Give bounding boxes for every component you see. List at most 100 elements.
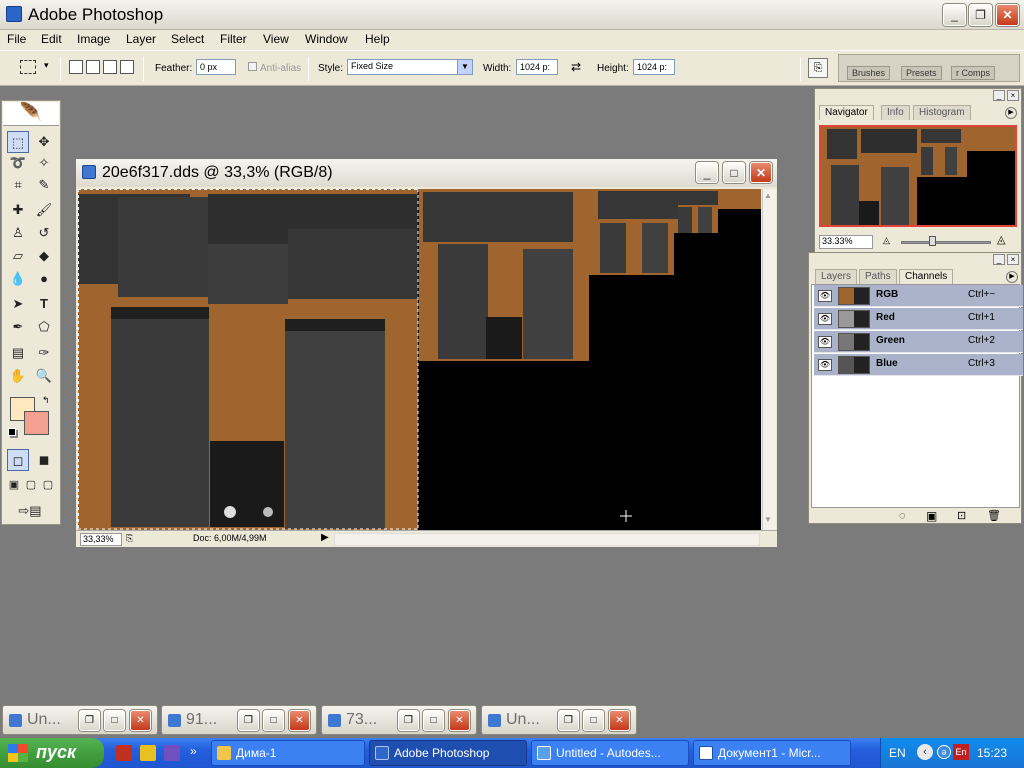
blur-tool-icon[interactable]: 💧 xyxy=(7,268,29,290)
language-indicator[interactable]: EN xyxy=(889,746,906,760)
magic-wand-icon[interactable]: ✧ xyxy=(33,152,55,174)
zoom-tool-icon[interactable]: 🔍 xyxy=(33,365,55,387)
swap-colors-icon[interactable]: ↰ xyxy=(42,395,50,406)
menu-view[interactable]: View xyxy=(263,32,289,46)
healing-brush-icon[interactable]: ✚ xyxy=(7,199,29,221)
swap-dimensions-icon[interactable]: ⇄ xyxy=(571,60,581,74)
navigator-zoom-field[interactable]: 33.33% xyxy=(819,235,873,249)
maximize-icon[interactable]: □ xyxy=(583,710,604,731)
doc-minimize-icon[interactable]: _ xyxy=(696,162,718,183)
doc-maximize-icon[interactable]: □ xyxy=(723,162,745,183)
quicklaunch-expand-icon[interactable]: » xyxy=(190,744,197,758)
clone-stamp-icon[interactable]: ♙ xyxy=(7,222,29,244)
maximize-icon[interactable]: □ xyxy=(263,710,284,731)
tab-paths[interactable]: Paths xyxy=(859,269,897,284)
paint-bucket-icon[interactable]: ◆ xyxy=(33,245,55,267)
channel-row-rgb[interactable]: 👁 RGB Ctrl+~ xyxy=(814,285,1023,307)
quicklaunch-app-icon[interactable] xyxy=(140,745,156,761)
maximize-icon[interactable]: □ xyxy=(423,710,444,731)
dodge-tool-icon[interactable]: ● xyxy=(33,268,55,290)
eyedropper-icon[interactable]: ✑ xyxy=(33,342,55,364)
standard-mode-icon[interactable]: ◻ xyxy=(7,449,29,471)
minimized-window[interactable]: Un... ❐ □ ✕ xyxy=(2,705,158,735)
feather-logo-icon[interactable]: 🪶 xyxy=(3,102,59,126)
panel-menu-icon[interactable]: ▶ xyxy=(1005,107,1017,119)
back-arrow-icon[interactable]: ‹ xyxy=(917,744,933,760)
taskbar-button-autodesk[interactable]: Untitled - Autodes... xyxy=(531,740,689,766)
quick-mask-icon[interactable]: ◼ xyxy=(33,449,55,471)
panel-minimize-icon[interactable]: _ xyxy=(993,90,1005,101)
status-arrow-icon[interactable]: ▶ xyxy=(321,532,329,543)
menu-help[interactable]: Help xyxy=(365,32,390,46)
save-selection-icon[interactable]: ▣ xyxy=(926,509,937,523)
tab-layers[interactable]: Layers xyxy=(815,269,858,284)
status-menu-icon[interactable]: ⎘ xyxy=(126,533,133,544)
pen-tool-icon[interactable]: ✒ xyxy=(7,316,29,338)
tray-app-icon[interactable]: ə xyxy=(937,745,951,759)
menu-layer[interactable]: Layer xyxy=(126,32,156,46)
marquee-preset-icon[interactable] xyxy=(20,60,36,74)
tab-channels[interactable]: Channels xyxy=(899,269,954,284)
eraser-tool-icon[interactable]: ▱ xyxy=(7,245,29,267)
history-brush-icon[interactable]: ↺ xyxy=(33,222,55,244)
minimized-window[interactable]: 73... ❐ □ ✕ xyxy=(321,705,477,735)
channels-menu-icon[interactable]: ▶ xyxy=(1006,271,1018,283)
maximize-icon[interactable]: □ xyxy=(104,710,125,731)
eye-icon[interactable]: 👁 xyxy=(818,313,832,325)
tab-navigator[interactable]: Navigator xyxy=(819,105,874,120)
channel-row-green[interactable]: 👁 Green Ctrl+2 xyxy=(814,331,1023,353)
taskbar-button-folder[interactable]: Дима-1 xyxy=(211,740,365,766)
close-icon[interactable]: ✕ xyxy=(130,710,151,731)
close-icon[interactable]: ✕ xyxy=(996,4,1019,26)
tab-histogram[interactable]: Histogram xyxy=(913,105,971,120)
restore-icon[interactable]: ❐ xyxy=(238,710,259,731)
screen-mode-full-menu-icon[interactable]: ▢ xyxy=(22,474,40,496)
channels-minimize-icon[interactable]: _ xyxy=(993,254,1005,265)
slice-tool-icon[interactable]: ✎ xyxy=(33,174,55,196)
tab-info[interactable]: Info xyxy=(881,105,910,120)
doc-close-icon[interactable]: ✕ xyxy=(750,162,772,183)
eye-icon[interactable]: 👁 xyxy=(818,336,832,348)
channel-row-red[interactable]: 👁 Red Ctrl+1 xyxy=(814,308,1023,330)
zoom-field[interactable]: 33,33% xyxy=(80,533,122,546)
navigator-preview[interactable] xyxy=(819,125,1017,227)
minimized-window[interactable]: 91... ❐ □ ✕ xyxy=(161,705,317,735)
trash-icon[interactable]: 🗑 xyxy=(987,509,1001,522)
style-select[interactable]: Fixed Size ▼ xyxy=(347,59,473,75)
chevron-down-icon[interactable]: ▼ xyxy=(457,60,472,74)
minimized-window[interactable]: Un... ❐ □ ✕ xyxy=(481,705,637,735)
add-selection-icon[interactable] xyxy=(86,60,100,74)
start-button[interactable]: пуск xyxy=(0,738,104,768)
brush-tool-icon[interactable]: 🖌 xyxy=(33,199,55,221)
taskbar-button-word[interactable]: Документ1 - Micr... xyxy=(693,740,851,766)
load-selection-icon[interactable]: ◌ xyxy=(899,510,906,522)
notes-tool-icon[interactable]: ▤ xyxy=(7,342,29,364)
menu-window[interactable]: Window xyxy=(305,32,348,46)
eye-icon[interactable]: 👁 xyxy=(818,359,832,371)
restore-icon[interactable]: ❐ xyxy=(398,710,419,731)
quicklaunch-app-icon[interactable] xyxy=(116,745,132,761)
restore-icon[interactable]: ❐ xyxy=(558,710,579,731)
jump-to-imageready-icon[interactable]: ⇨▤ xyxy=(7,500,53,522)
quicklaunch-app-icon[interactable] xyxy=(164,745,180,761)
image-canvas[interactable] xyxy=(78,189,761,530)
channels-close-icon[interactable]: × xyxy=(1007,254,1019,265)
comps-tab[interactable]: r Comps xyxy=(951,66,996,80)
zoom-in-icon[interactable]: ◬ xyxy=(997,233,1005,246)
presets-tab[interactable]: Presets xyxy=(901,66,942,80)
antialias-checkbox[interactable] xyxy=(248,62,257,71)
menu-file[interactable]: File xyxy=(7,32,26,46)
keyboard-layout-indicator[interactable]: En xyxy=(953,744,969,760)
background-color-swatch[interactable] xyxy=(24,411,49,435)
hand-tool-icon[interactable]: ✋ xyxy=(7,365,29,387)
menu-filter[interactable]: Filter xyxy=(220,32,247,46)
restore-icon[interactable]: ❐ xyxy=(969,4,992,26)
screen-mode-standard-icon[interactable]: ▣ xyxy=(5,474,23,496)
default-colors-icon[interactable] xyxy=(8,428,16,436)
scroll-up-icon[interactable]: ▲ xyxy=(764,191,772,200)
width-input[interactable] xyxy=(516,59,558,75)
restore-icon[interactable]: ❐ xyxy=(79,710,100,731)
brushes-tab[interactable]: Brushes xyxy=(847,66,891,80)
path-selection-icon[interactable]: ➤ xyxy=(7,293,29,315)
close-icon[interactable]: ✕ xyxy=(449,710,470,731)
